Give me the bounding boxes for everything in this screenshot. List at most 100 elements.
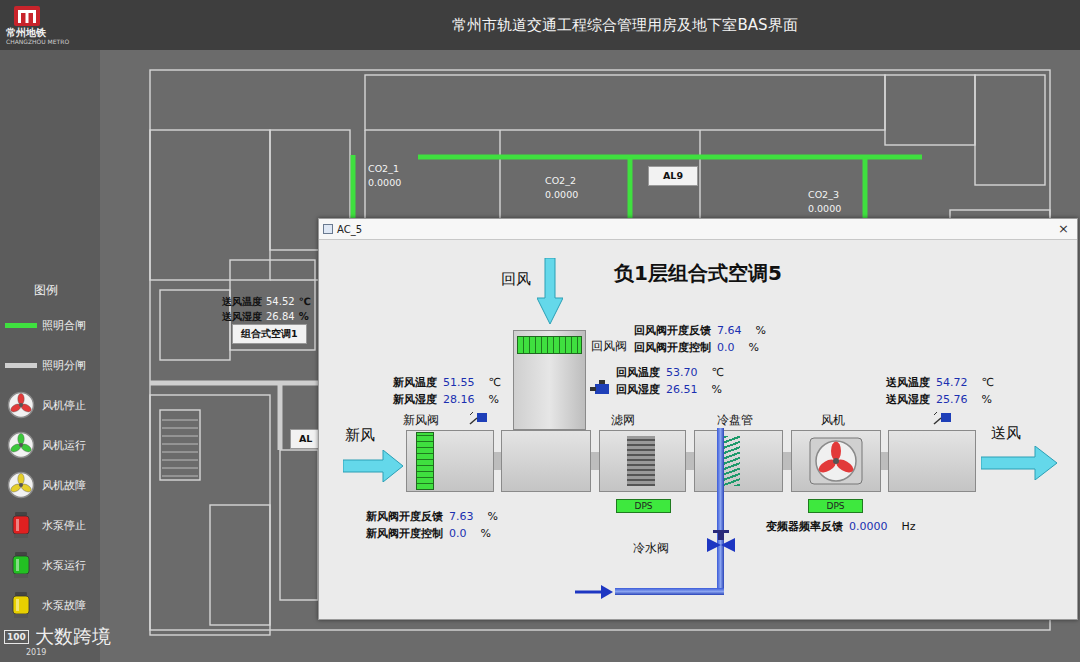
reading-row: 新风阀开度反馈7.63% xyxy=(366,508,498,525)
fresh-air-label: 新风 xyxy=(345,426,375,445)
actuator-icon xyxy=(589,380,611,398)
ahu-diagram: 负1层组合式空调5回风回风阀新风送风新风阀滤网冷盘管风机冷水阀DPSDPS回风阀… xyxy=(319,240,1077,619)
reading-row: 新风阀开度控制0.0% xyxy=(366,525,498,542)
legend-label: 照明合闸 xyxy=(42,318,86,333)
reading-group: 送风温度54.72℃送风湿度25.76% xyxy=(886,374,994,408)
lighting-line-icon xyxy=(5,363,37,368)
legend-label: 风机运行 xyxy=(42,438,86,453)
legend-item: 风机故障 xyxy=(0,465,100,505)
logo-text: 常州地铁 xyxy=(6,27,46,38)
reading-row: 送风温度54.72℃ xyxy=(886,374,994,391)
return-damper[interactable] xyxy=(517,336,582,354)
chilled-water-pipe xyxy=(615,588,724,595)
metro-logo-icon xyxy=(14,6,40,26)
mixing-section xyxy=(501,430,591,492)
co2-sensor: CO2_20.0000 xyxy=(545,174,578,202)
fan-icon xyxy=(7,431,35,459)
equipment-button[interactable]: AL xyxy=(290,429,321,449)
return-damper-label: 回风阀 xyxy=(591,338,627,355)
reading-row: 送风湿度25.76% xyxy=(886,391,994,408)
pump-icon xyxy=(11,510,31,540)
reading-row: 回风阀开度控制0.0% xyxy=(634,339,766,356)
water-flow-arrow-icon xyxy=(575,585,613,599)
logo: 常州地铁CHANGZHOU METRO xyxy=(0,6,100,45)
filter-label: 滤网 xyxy=(611,412,635,429)
lighting-circuit xyxy=(278,383,283,450)
coil-label: 冷盘管 xyxy=(717,412,753,429)
outlet-section xyxy=(888,430,976,492)
reading-row: 新风湿度28.16% xyxy=(393,391,501,408)
legend-item: 风机停止 xyxy=(0,385,100,425)
reading-row: 送风湿度26.84% xyxy=(222,309,311,324)
reading-row: 变频器频率反馈0.0000Hz xyxy=(766,518,916,535)
reading-group: 新风温度51.55℃新风湿度28.16% xyxy=(393,374,501,408)
fresh-damper[interactable] xyxy=(416,432,434,490)
close-button[interactable]: × xyxy=(1054,220,1073,238)
legend-label: 水泵运行 xyxy=(42,558,86,573)
supply-air-label: 送风 xyxy=(991,424,1021,443)
window-titlebar[interactable]: AC_5 × xyxy=(319,219,1077,240)
window-icon xyxy=(323,224,333,234)
fresh-damper-label: 新风阀 xyxy=(403,412,439,429)
legend-label: 风机停止 xyxy=(42,398,86,413)
window-title: AC_5 xyxy=(337,224,1050,235)
legend-item: 水泵停止 xyxy=(0,505,100,545)
watermark-text: 大数跨境 xyxy=(35,624,111,650)
reading-row: 回风湿度26.51% xyxy=(616,381,724,398)
dps-indicator: DPS xyxy=(808,499,863,513)
legend-title: 图例 xyxy=(0,280,100,300)
legend-label: 照明分闸 xyxy=(42,358,86,373)
legend-item: 照明分闸 xyxy=(0,345,100,385)
unit-heading: 负1层组合式空调5 xyxy=(319,260,1077,287)
pump-icon xyxy=(11,550,31,580)
reading-group: 回风阀开度反馈7.64%回风阀开度控制0.0% xyxy=(634,322,766,356)
legend-item: 风机运行 xyxy=(0,425,100,465)
supply-air-arrow-icon xyxy=(981,446,1057,480)
logo-subtitle: CHANGZHOU METRO xyxy=(6,39,69,45)
sensor-icon xyxy=(933,411,953,429)
legend-label: 水泵故障 xyxy=(42,598,86,613)
lighting-circuit xyxy=(418,155,922,160)
ac1-readings: 送风温度54.52℃送风湿度26.84% xyxy=(222,294,311,324)
reading-row: 回风温度53.70℃ xyxy=(616,364,724,381)
watermark-date: 2019 xyxy=(26,648,46,657)
ac-window[interactable]: AC_5×负1层组合式空调5回风回风阀新风送风新风阀滤网冷盘管风机冷水阀DPSD… xyxy=(318,218,1078,620)
workspace: 图例照明合闸照明分闸风机停止风机运行风机故障水泵停止水泵运行水泵故障CO2_10… xyxy=(0,50,1080,662)
chilled-water-valve-icon[interactable] xyxy=(703,530,739,556)
reading-row: 送风温度54.52℃ xyxy=(222,294,311,309)
watermark-logo: 100 xyxy=(4,630,29,644)
title-bar: 常州地铁CHANGZHOU METRO常州市轨道交通工程综合管理用房及地下室BA… xyxy=(0,0,1080,50)
page-title: 常州市轨道交通工程综合管理用房及地下室BAS界面 xyxy=(100,16,1080,35)
legend-item: 水泵运行 xyxy=(0,545,100,585)
fan-icon xyxy=(7,391,35,419)
bas-screen: 常州地铁CHANGZHOU METRO常州市轨道交通工程综合管理用房及地下室BA… xyxy=(0,0,1080,662)
coil-fins xyxy=(724,436,740,486)
return-air-label: 回风 xyxy=(501,270,531,289)
reading-row: 新风温度51.55℃ xyxy=(393,374,501,391)
equipment-button[interactable]: AL9 xyxy=(648,166,698,186)
sensor-icon xyxy=(469,411,489,429)
legend-item: 照明合闸 xyxy=(0,305,100,345)
lighting-circuit xyxy=(863,157,868,218)
dps-indicator: DPS xyxy=(616,499,671,513)
co2-sensor: CO2_30.0000 xyxy=(808,188,841,216)
equipment-button[interactable]: 组合式空调1 xyxy=(232,324,307,344)
legend-item: 水泵故障 xyxy=(0,585,100,625)
reading-group: 新风阀开度反馈7.63%新风阀开度控制0.0% xyxy=(366,508,498,542)
fan-icon xyxy=(7,471,35,499)
reading-group: 回风温度53.70℃回风湿度26.51% xyxy=(616,364,724,398)
lighting-circuit xyxy=(150,381,320,386)
floor-plan: CO2_10.0000CO2_20.0000CO2_30.0000AL9组合式空… xyxy=(100,50,1080,662)
legend-label: 水泵停止 xyxy=(42,518,86,533)
chilled-valve-label: 冷水阀 xyxy=(633,540,669,557)
fan-icon[interactable] xyxy=(808,436,864,486)
fresh-air-arrow-icon xyxy=(343,450,403,482)
chilled-water-pipe xyxy=(717,428,724,594)
return-air-arrow-icon xyxy=(537,258,563,324)
reading-row: 回风阀开度反馈7.64% xyxy=(634,322,766,339)
reading-group: 变频器频率反馈0.0000Hz xyxy=(766,518,916,535)
filter-mesh xyxy=(627,436,655,486)
pump-icon xyxy=(11,590,31,620)
legend-label: 风机故障 xyxy=(42,478,86,493)
watermark: 100大数跨境2019 xyxy=(4,624,111,650)
